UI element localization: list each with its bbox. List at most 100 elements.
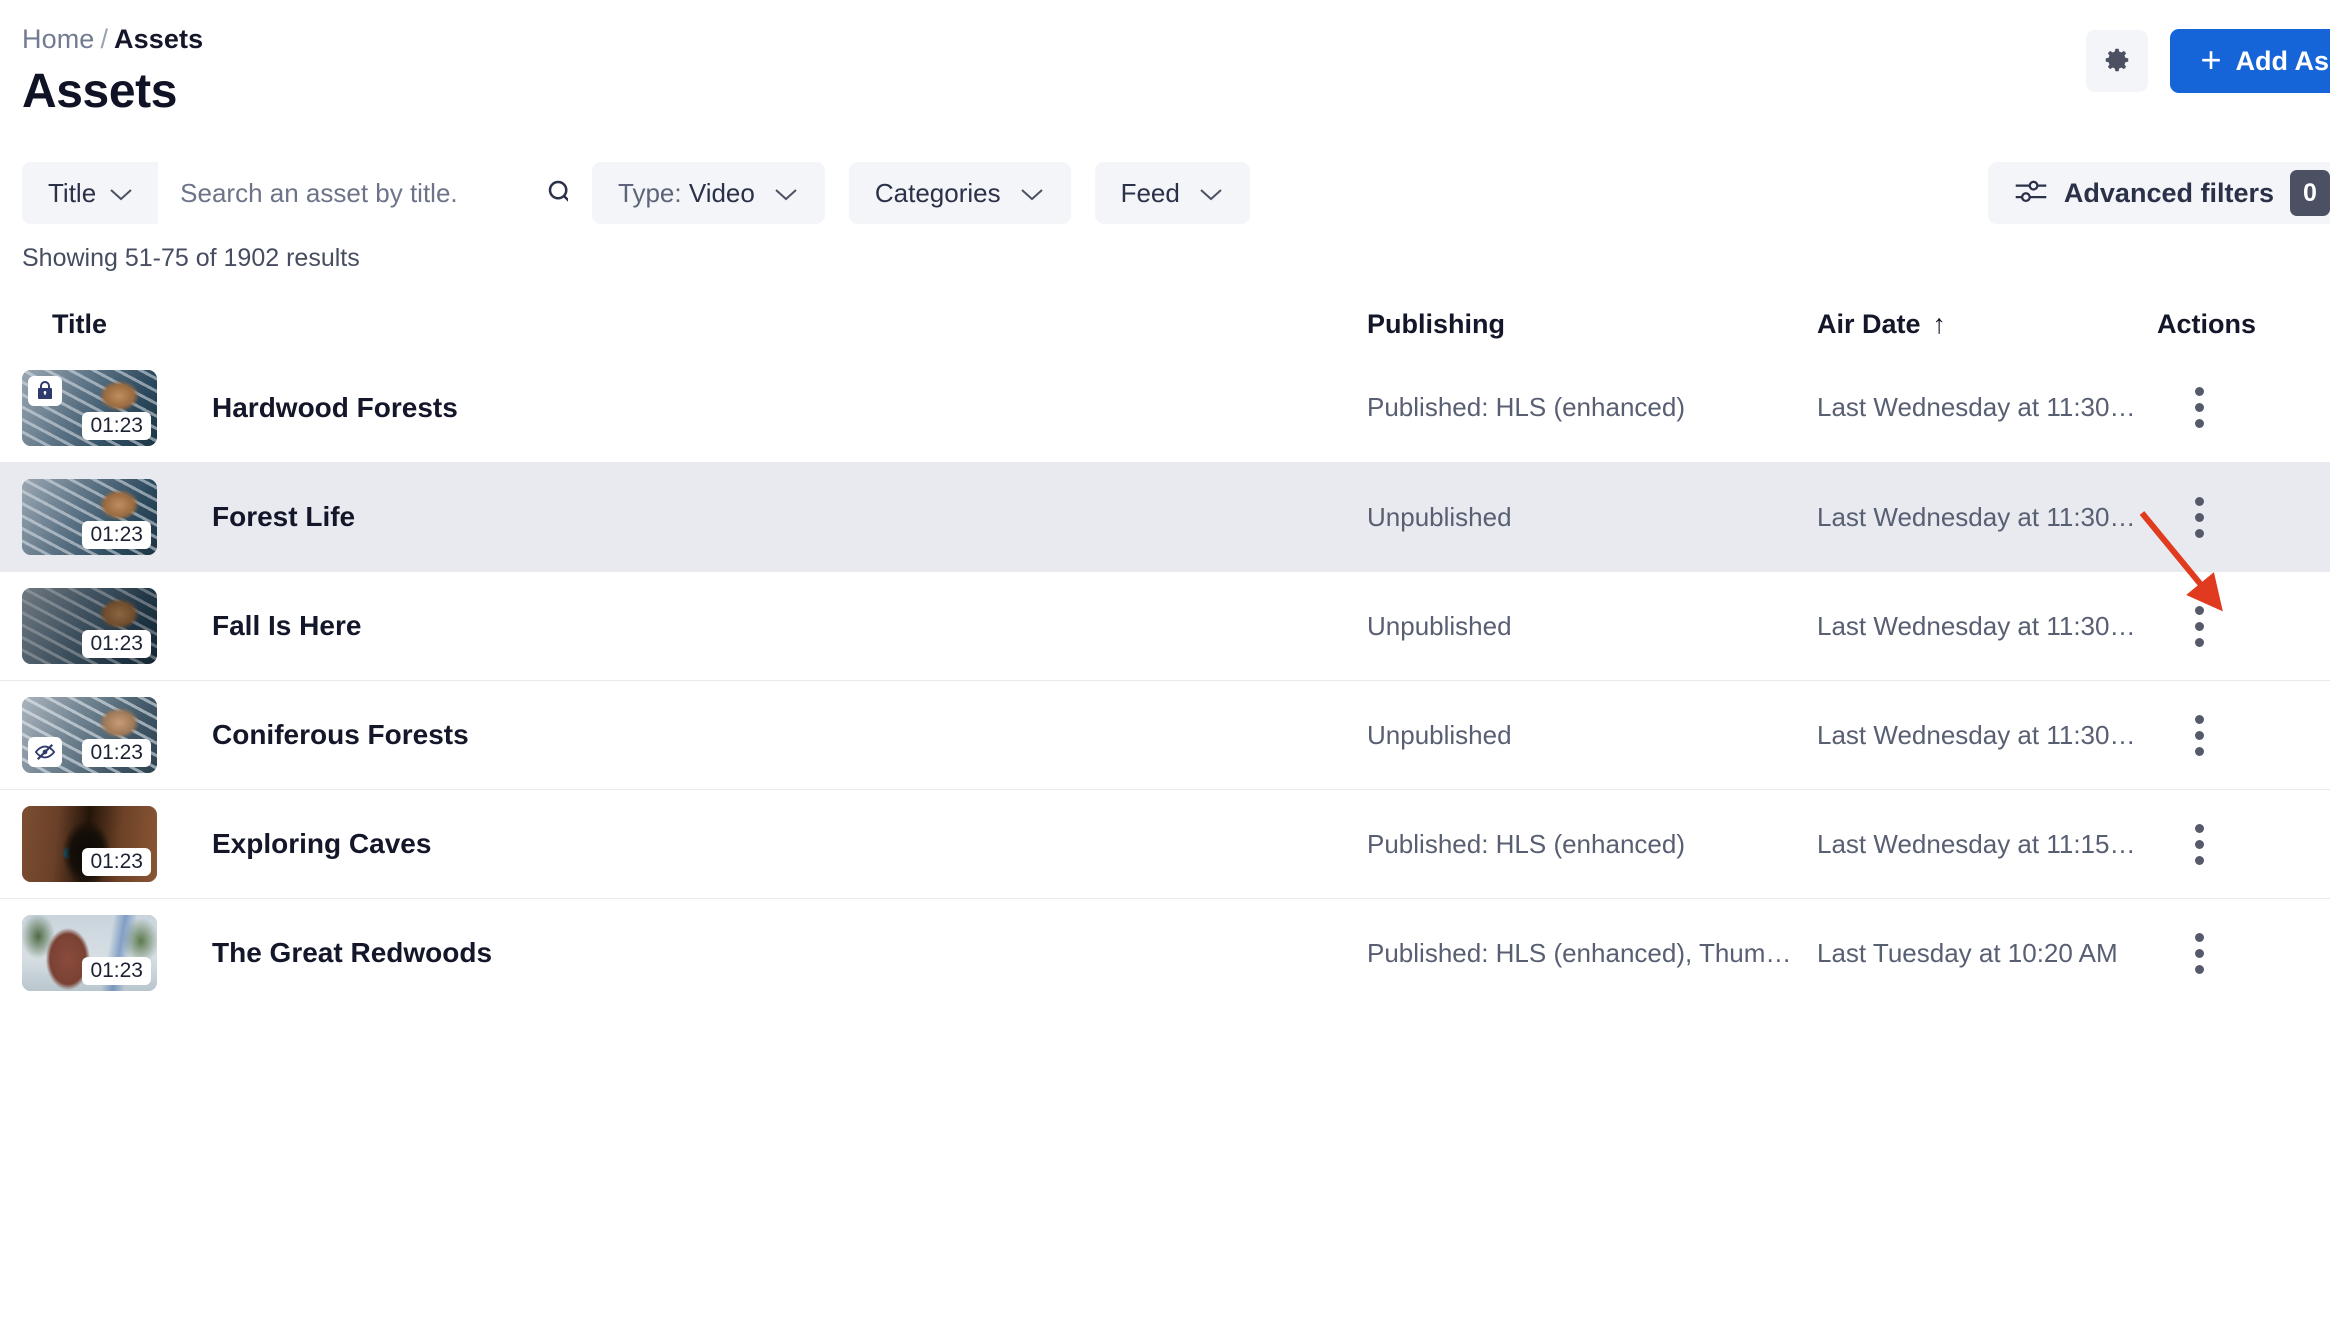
column-header-title[interactable]: Title (22, 309, 1367, 340)
table-row[interactable]: 01:23 Fall Is Here Unpublished Last Wednesd… (0, 571, 2330, 680)
advanced-filters-button[interactable]: Advanced filters 0 (1987, 162, 2330, 224)
search-icon (545, 177, 568, 210)
asset-title-link[interactable]: Fall Is Here (212, 610, 361, 642)
filter-chip-categories-label: Categories (874, 177, 1001, 208)
table-header-row: Title Publishing Air Date ↑ Actions (0, 295, 2330, 353)
cell-actions (2157, 927, 2307, 980)
eye-off-icon (28, 737, 62, 767)
asset-thumbnail[interactable]: 01:23 (22, 588, 157, 664)
table-row[interactable]: 01:23 The Great Redwoods Published: HLS (e… (0, 898, 2330, 1007)
asset-title-link[interactable]: Exploring Caves (212, 828, 431, 860)
sort-ascending-icon: ↑ (1932, 308, 1947, 339)
kebab-menu-icon[interactable] (2189, 381, 2210, 434)
cell-air-date: Last Wednesday at 11:30… (1817, 392, 2136, 422)
results-summary: Showing 51-75 of 1902 results (22, 244, 360, 272)
cell-publishing: Unpublished (1367, 610, 1512, 641)
sliders-icon (2014, 178, 2048, 209)
column-header-publishing[interactable]: Publishing (1367, 309, 1817, 340)
cell-actions (2157, 600, 2307, 653)
filter-bar: Title Type: V (22, 162, 2330, 224)
cell-publishing: Published: HLS (enhanced) (1367, 392, 1685, 422)
header-actions: + Add Asset (2086, 29, 2330, 93)
filter-chip-type-prefix: Type: (618, 177, 682, 208)
assets-page: Home/Assets Assets + Add Asset Title (0, 0, 2330, 1338)
add-asset-button[interactable]: + Add Asset (2170, 29, 2330, 93)
search-submit-button[interactable] (525, 176, 568, 210)
table-row[interactable]: 01:23 Exploring Caves Published: HLS (enha… (0, 789, 2330, 898)
cell-title: 01:23 The Great Redwoods (22, 915, 1367, 991)
asset-title-link[interactable]: Forest Life (212, 501, 355, 533)
search-group: Title (22, 162, 568, 224)
kebab-menu-icon[interactable] (2189, 927, 2210, 980)
table-row[interactable]: 01:23 Coniferous Forests Unpublished Last W… (0, 680, 2330, 789)
kebab-menu-icon[interactable] (2189, 709, 2210, 762)
cell-actions (2157, 491, 2307, 544)
table-body: 01:23 Hardwood Forests Published: HLS (enh… (0, 353, 2330, 1007)
asset-title-link[interactable]: Coniferous Forests (212, 719, 469, 751)
search-field-select[interactable]: Title (22, 162, 159, 224)
settings-button[interactable] (2086, 30, 2149, 92)
assets-table: Title Publishing Air Date ↑ Actions 01:2… (0, 295, 2330, 1007)
cell-title: 01:23 Fall Is Here (22, 588, 1367, 664)
cell-title: 01:23 Forest Life (22, 479, 1367, 555)
plus-icon: + (2200, 38, 2222, 80)
cell-actions (2157, 381, 2307, 434)
duration-badge: 01:23 (82, 957, 151, 985)
filter-chip-type[interactable]: Type: Video (592, 162, 825, 224)
cell-air-date: Last Wednesday at 11:15… (1817, 828, 2136, 859)
cell-air-date: Last Wednesday at 11:30… (1817, 610, 2136, 641)
asset-thumbnail[interactable]: 01:23 (22, 369, 157, 446)
kebab-menu-icon[interactable] (2189, 818, 2210, 871)
chevron-down-icon (1019, 178, 1045, 209)
breadcrumb-current: Assets (114, 24, 204, 54)
column-header-actions: Actions (2157, 308, 2257, 339)
cell-air-date: Last Wednesday at 11:30… (1817, 501, 2136, 532)
page-header: Home/Assets Assets + Add Asset (0, 0, 2330, 140)
duration-badge: 01:23 (82, 521, 151, 549)
kebab-menu-icon[interactable] (2189, 600, 2210, 653)
cell-actions (2157, 709, 2307, 762)
filter-chip-feed-label: Feed (1120, 177, 1180, 208)
gear-icon (2102, 45, 2132, 78)
filter-chip-type-value: Video (688, 177, 755, 208)
kebab-menu-icon[interactable] (2189, 491, 2210, 544)
cell-publishing: Unpublished (1367, 719, 1512, 750)
cell-actions (2157, 818, 2307, 871)
cell-publishing: Published: HLS (enhanced) (1367, 828, 1685, 859)
duration-badge: 01:23 (82, 630, 151, 658)
advanced-filters-count-badge: 0 (2290, 170, 2330, 216)
filter-chip-feed[interactable]: Feed (1094, 162, 1250, 224)
cell-title: 01:23 Coniferous Forests (22, 697, 1367, 773)
column-header-air-date[interactable]: Air Date ↑ (1817, 309, 2157, 340)
filter-chip-categories[interactable]: Categories (848, 162, 1071, 224)
advanced-filters-label: Advanced filters (2063, 177, 2274, 208)
table-row[interactable]: 01:23 Hardwood Forests Published: HLS (enh… (0, 353, 2330, 462)
asset-title-link[interactable]: Hardwood Forests (212, 392, 458, 424)
chevron-down-icon (1198, 178, 1224, 209)
cell-air-date: Last Tuesday at 10:20 AM (1817, 937, 2118, 968)
duration-badge: 01:23 (82, 848, 151, 876)
asset-title-link[interactable]: The Great Redwoods (212, 937, 492, 969)
add-asset-label: Add Asset (2235, 45, 2330, 76)
cell-title: 01:23 Hardwood Forests (22, 369, 1367, 446)
table-row[interactable]: 01:23 Forest Life Unpublished Last Wednesda… (0, 462, 2330, 571)
search-input-wrap (158, 162, 568, 224)
asset-thumbnail[interactable]: 01:23 (22, 697, 157, 773)
page-title: Assets (22, 65, 178, 118)
asset-thumbnail[interactable]: 01:23 (22, 806, 157, 882)
breadcrumb-separator: / (100, 24, 109, 54)
chevron-down-icon (108, 178, 134, 209)
chevron-down-icon (773, 178, 799, 209)
breadcrumb-home-link[interactable]: Home (22, 24, 94, 54)
cell-publishing: Unpublished (1367, 501, 1512, 532)
breadcrumb: Home / Assets (22, 22, 2330, 56)
asset-thumbnail[interactable]: 01:23 (22, 479, 157, 555)
duration-badge: 01:23 (82, 739, 151, 767)
duration-badge: 01:23 (82, 411, 151, 440)
lock-icon (28, 375, 62, 406)
search-field-label: Title (48, 177, 97, 208)
asset-thumbnail[interactable]: 01:23 (22, 915, 157, 991)
search-input[interactable] (158, 177, 526, 209)
column-header-air-date-label: Air Date (1817, 308, 1921, 339)
cell-title: 01:23 Exploring Caves (22, 806, 1367, 882)
